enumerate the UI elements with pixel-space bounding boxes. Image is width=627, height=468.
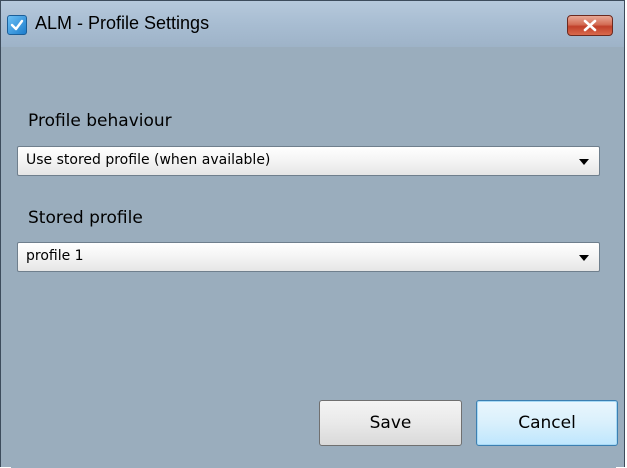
profile-behaviour-selected-value: Use stored profile (when available) — [26, 152, 271, 168]
close-icon — [583, 19, 597, 32]
stored-profile-dropdown[interactable]: profile 1 — [17, 242, 600, 272]
stored-profile-label: Stored profile — [28, 208, 143, 228]
stored-profile-selected-value: profile 1 — [26, 248, 84, 264]
profile-behaviour-label: Profile behaviour — [28, 111, 172, 131]
profile-settings-dialog: ALM - Profile Settings Profile behaviour… — [0, 0, 625, 468]
alm-app-icon — [7, 15, 27, 35]
chevron-down-icon — [579, 255, 589, 261]
chevron-down-icon — [579, 159, 589, 165]
cancel-button[interactable]: Cancel — [476, 400, 618, 446]
save-button[interactable]: Save — [319, 400, 462, 446]
window-title: ALM - Profile Settings — [35, 13, 210, 33]
title-bar[interactable]: ALM - Profile Settings — [1, 1, 624, 47]
close-button[interactable] — [567, 15, 613, 36]
profile-behaviour-dropdown[interactable]: Use stored profile (when available) — [17, 146, 600, 176]
